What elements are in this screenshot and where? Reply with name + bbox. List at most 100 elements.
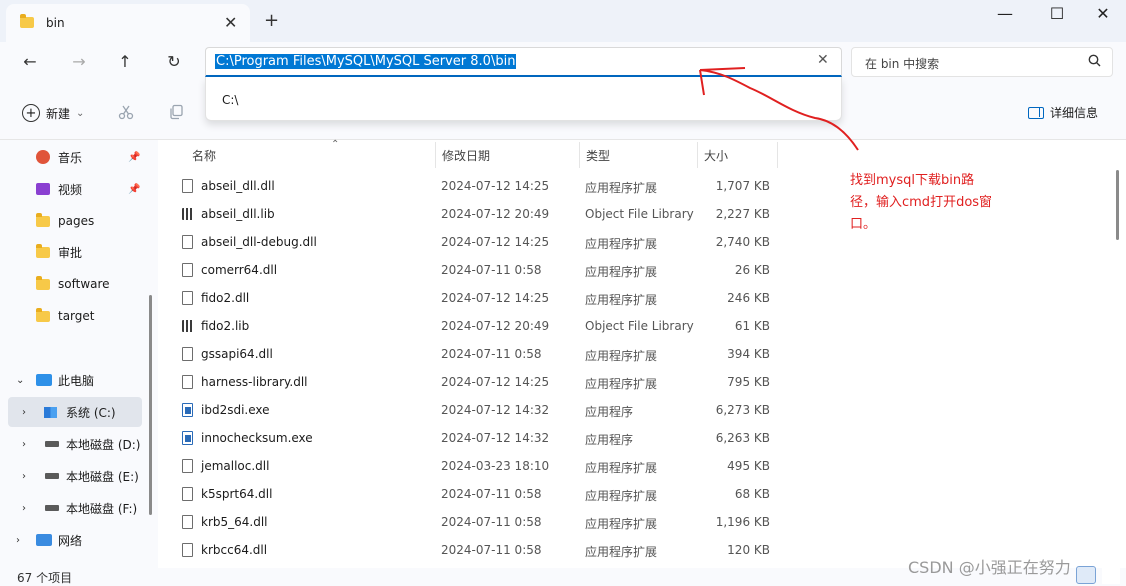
tiles-view-button[interactable]: [1102, 568, 1120, 584]
file-date: 2024-07-12 14:25: [441, 179, 550, 193]
details-pane-icon: [1028, 106, 1044, 119]
file-name: jemalloc.dll: [201, 459, 270, 473]
sidebar-item-network[interactable]: › 网络: [8, 525, 142, 555]
file-size: 61 KB: [734, 319, 770, 333]
chevron-down-icon[interactable]: ⌄: [16, 375, 24, 386]
sidebar-item-drive-c[interactable]: › 系统 (C:): [8, 397, 142, 427]
file-type: 应用程序扩展: [585, 265, 658, 279]
network-icon: [36, 534, 52, 546]
file-name: abseil_dll-debug.dll: [201, 235, 317, 249]
copy-icon[interactable]: [168, 104, 184, 124]
maximize-button[interactable]: ☐: [1042, 4, 1072, 23]
column-header-label: 类型: [586, 148, 611, 163]
file-name: krb5_64.dll: [201, 515, 268, 529]
chevron-right-icon[interactable]: ›: [22, 407, 26, 418]
file-name: abseil_dll.dll: [201, 179, 275, 193]
file-row[interactable]: abseil_dll.dll 2024-07-12 14:25 应用程序扩展 1,70…: [178, 172, 778, 200]
file-row[interactable]: innochecksum.exe 2024-07-12 14:32 应用程序 6,26…: [178, 424, 778, 452]
new-tab-button[interactable]: +: [264, 10, 279, 31]
sidebar-item-approval[interactable]: 审批: [8, 237, 142, 267]
clear-address-icon[interactable]: ✕: [817, 52, 829, 68]
sidebar-item-video[interactable]: 视频 📌: [8, 174, 142, 204]
folder-icon: [20, 14, 34, 28]
file-date: 2024-07-12 14:32: [441, 431, 550, 445]
file-date: 2024-07-11 0:58: [441, 347, 542, 361]
navigation-pane: 音乐 📌 视频 📌 pages 审批 software target ⌄ 此电脑…: [0, 140, 158, 568]
forward-button[interactable]: →: [67, 52, 91, 74]
sidebar-item-target[interactable]: target: [8, 301, 142, 331]
chevron-right-icon[interactable]: ›: [22, 503, 26, 514]
minimize-button[interactable]: —: [990, 4, 1020, 23]
pc-icon: [36, 374, 52, 386]
search-icon[interactable]: [1088, 54, 1101, 71]
exe-file-icon: [182, 403, 193, 417]
pin-icon: 📌: [128, 183, 141, 195]
up-button[interactable]: ↑: [113, 52, 137, 74]
file-type: 应用程序扩展: [585, 377, 658, 391]
file-size: 26 KB: [734, 263, 770, 277]
dll-file-icon: [182, 291, 193, 305]
cut-icon[interactable]: [118, 104, 134, 124]
back-button[interactable]: ←: [18, 52, 42, 74]
sidebar-item-drive-e[interactable]: › 本地磁盘 (E:): [8, 461, 142, 491]
lib-file-icon: [182, 320, 194, 332]
column-header-date[interactable]: 修改日期: [436, 142, 580, 168]
sidebar-item-drive-d[interactable]: › 本地磁盘 (D:): [8, 429, 142, 459]
sidebar-scrollbar[interactable]: [149, 295, 152, 515]
file-size: 68 KB: [734, 487, 770, 501]
details-view-button[interactable]: [1076, 566, 1096, 584]
sidebar-item-drive-f[interactable]: › 本地磁盘 (F:): [8, 493, 142, 523]
file-name: krbcc64.dll: [201, 543, 268, 557]
file-row[interactable]: harness-library.dll 2024-07-12 14:25 应用程序扩…: [178, 368, 778, 396]
column-header-size[interactable]: 大小: [698, 142, 778, 168]
drive-icon: [45, 473, 59, 479]
close-window-button[interactable]: ✕: [1088, 4, 1118, 23]
content-scrollbar[interactable]: [1116, 170, 1119, 240]
tab-bin[interactable]: bin ✕: [6, 4, 250, 42]
file-row[interactable]: fido2.dll 2024-07-12 14:25 应用程序扩展 246 KB: [178, 284, 778, 312]
file-row[interactable]: krbcc64.dll 2024-07-11 0:58 应用程序扩展 120 KB: [178, 536, 778, 564]
sidebar-item-this-pc[interactable]: ⌄ 此电脑: [8, 365, 142, 395]
file-name: abseil_dll.lib: [201, 207, 275, 221]
column-header-label: 名称: [192, 148, 217, 163]
file-date: 2024-03-23 18:10: [441, 459, 550, 473]
dll-file-icon: [182, 543, 193, 557]
file-row[interactable]: jemalloc.dll 2024-03-23 18:10 应用程序扩展 495 KB: [178, 452, 778, 480]
file-row[interactable]: abseil_dll-debug.dll 2024-07-12 14:25 应用程序…: [178, 228, 778, 256]
file-row[interactable]: abseil_dll.lib 2024-07-12 20:49 Object Fil…: [178, 200, 778, 228]
refresh-button[interactable]: ↻: [162, 52, 186, 74]
file-date: 2024-07-12 14:25: [441, 291, 550, 305]
file-row[interactable]: krb5_64.dll 2024-07-11 0:58 应用程序扩展 1,196 KB: [178, 508, 778, 536]
file-type: 应用程序扩展: [585, 545, 658, 559]
search-placeholder: 在 bin 中搜索: [865, 57, 940, 71]
file-date: 2024-07-11 0:58: [441, 515, 542, 529]
chevron-right-icon[interactable]: ›: [22, 439, 26, 450]
new-button[interactable]: + 新建 ⌄: [22, 104, 84, 122]
sidebar-item-pages[interactable]: pages: [8, 206, 142, 236]
sidebar-item-software[interactable]: software: [8, 269, 142, 299]
sidebar-item-music[interactable]: 音乐 📌: [8, 142, 142, 172]
dll-file-icon: [182, 375, 193, 389]
file-date: 2024-07-12 14:32: [441, 403, 550, 417]
file-row[interactable]: fido2.lib 2024-07-12 20:49 Object File Lib…: [178, 312, 778, 340]
sidebar-item-label: software: [58, 277, 110, 291]
address-bar[interactable]: C:\Program Files\MySQL\MySQL Server 8.0\…: [205, 47, 842, 77]
sidebar-item-label: target: [58, 309, 95, 323]
search-box[interactable]: 在 bin 中搜索: [851, 47, 1113, 77]
file-row[interactable]: k5sprt64.dll 2024-07-11 0:58 应用程序扩展 68 KB: [178, 480, 778, 508]
file-row[interactable]: gssapi64.dll 2024-07-11 0:58 应用程序扩展 394 KB: [178, 340, 778, 368]
address-suggestion-item[interactable]: C:\: [222, 93, 238, 107]
tab-close-icon[interactable]: ✕: [224, 13, 237, 32]
address-input-text[interactable]: C:\Program Files\MySQL\MySQL Server 8.0\…: [215, 54, 517, 69]
column-header-type[interactable]: 类型: [580, 142, 698, 168]
file-row[interactable]: ibd2sdi.exe 2024-07-12 14:32 应用程序 6,273 KB: [178, 396, 778, 424]
file-type: 应用程序扩展: [585, 489, 658, 503]
column-header-label: 大小: [704, 148, 729, 163]
file-row[interactable]: comerr64.dll 2024-07-11 0:58 应用程序扩展 26 KB: [178, 256, 778, 284]
chevron-right-icon[interactable]: ›: [16, 535, 20, 546]
sidebar-item-label: 音乐: [58, 150, 83, 165]
column-header-name[interactable]: 名称 ⌃: [186, 139, 436, 168]
chevron-right-icon[interactable]: ›: [22, 471, 26, 482]
details-pane-button[interactable]: 详细信息: [1028, 104, 1098, 121]
lib-file-icon: [182, 208, 194, 220]
